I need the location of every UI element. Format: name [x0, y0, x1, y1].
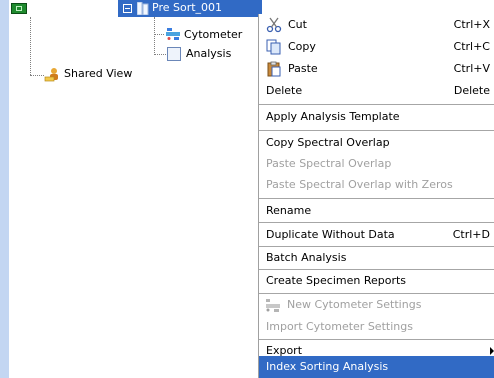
menu-item-index-sorting-analysis[interactable]: Index Sorting Analysis	[259, 356, 494, 378]
menu-item-paste[interactable]: Paste Ctrl+V	[259, 58, 494, 80]
tree-item-pre-sort-label[interactable]: Pre Sort_001	[152, 1, 222, 15]
menu-separator	[259, 130, 494, 131]
menu-item-new-cytometer-settings[interactable]: New Cytometer Settings	[259, 294, 494, 316]
menu-item-paste-spectral-overlap[interactable]: Paste Spectral Overlap	[259, 153, 494, 175]
analysis-icon	[167, 47, 181, 61]
menu-item-label: Import Cytometer Settings	[266, 320, 413, 333]
menu-item-create-specimen-reports[interactable]: Create Specimen Reports	[259, 270, 494, 292]
menu-item-label: Apply Analysis Template	[266, 110, 400, 123]
cytometer-settings-icon	[266, 299, 280, 312]
menu-item-duplicate-without-data[interactable]: Duplicate Without Data Ctrl+D	[259, 224, 494, 246]
tree-line	[154, 54, 166, 55]
menu-item-label: Batch Analysis	[266, 251, 347, 264]
tree-item-shared-view[interactable]: Shared View	[64, 67, 132, 81]
menu-item-label: Paste Spectral Overlap with Zeros	[266, 178, 453, 191]
context-menu: Cut Ctrl+X Copy Ctrl+C Paste Ctrl+V Dele…	[258, 14, 494, 378]
menu-item-cut[interactable]: Cut Ctrl+X	[259, 14, 494, 36]
tree-line	[30, 75, 44, 76]
copy-icon	[266, 39, 281, 55]
menu-shortcut: Ctrl+X	[453, 18, 490, 31]
cytometer-icon	[166, 28, 180, 40]
menu-item-label: Paste Spectral Overlap	[266, 157, 392, 170]
scissors-icon	[266, 17, 282, 33]
menu-item-import-cytometer-settings[interactable]: Import Cytometer Settings	[259, 316, 494, 338]
menu-item-copy-spectral-overlap[interactable]: Copy Spectral Overlap	[259, 132, 494, 154]
tree-item-analysis[interactable]: Analysis	[186, 47, 231, 61]
browser-tree: Pre Sort_001 3/22/10 10:51:44 AM 2.14 KB…	[0, 0, 424, 378]
menu-shortcut: Ctrl+C	[453, 40, 490, 53]
menu-item-label: Rename	[266, 204, 312, 217]
menu-item-apply-analysis-template[interactable]: Apply Analysis Template	[259, 106, 494, 128]
menu-item-copy[interactable]: Copy Ctrl+C	[259, 36, 494, 58]
tree-line	[154, 17, 155, 55]
menu-item-label: Copy Spectral Overlap	[266, 136, 390, 149]
menu-item-label: New Cytometer Settings	[287, 298, 422, 311]
menu-item-label: Paste	[288, 62, 318, 75]
shared-view-icon	[44, 68, 58, 82]
menu-item-batch-analysis[interactable]: Batch Analysis	[259, 247, 494, 269]
submenu-arrow-icon	[490, 347, 494, 355]
menu-item-label: Duplicate Without Data	[266, 228, 395, 241]
tube-icon	[137, 2, 149, 15]
menu-separator	[259, 198, 494, 199]
collapse-toggle-icon[interactable]	[123, 4, 132, 13]
menu-item-label: Delete	[266, 84, 303, 97]
experiment-status-icon	[11, 3, 27, 14]
menu-item-paste-spectral-overlap-zeros[interactable]: Paste Spectral Overlap with Zeros	[259, 174, 494, 196]
menu-item-label: Index Sorting Analysis	[266, 360, 389, 373]
menu-separator	[259, 222, 494, 223]
menu-shortcut: Ctrl+D	[452, 228, 490, 241]
left-strip	[0, 0, 9, 378]
menu-item-label: Copy	[288, 40, 316, 53]
selected-row-info: 3/22/10 10:51:44 AM 2.14 KB	[262, 0, 425, 9]
menu-item-label: Create Specimen Reports	[266, 274, 407, 287]
paste-icon	[267, 61, 281, 77]
menu-shortcut: Delete	[453, 84, 490, 97]
menu-item-label: Cut	[288, 18, 307, 31]
tree-line	[154, 34, 164, 35]
menu-separator	[259, 104, 494, 105]
menu-item-rename[interactable]: Rename	[259, 200, 494, 222]
menu-item-delete[interactable]: Delete Delete	[259, 80, 494, 102]
menu-shortcut: Ctrl+V	[453, 62, 490, 75]
tree-line	[30, 17, 31, 75]
tree-item-cytometer[interactable]: Cytometer	[184, 28, 242, 42]
